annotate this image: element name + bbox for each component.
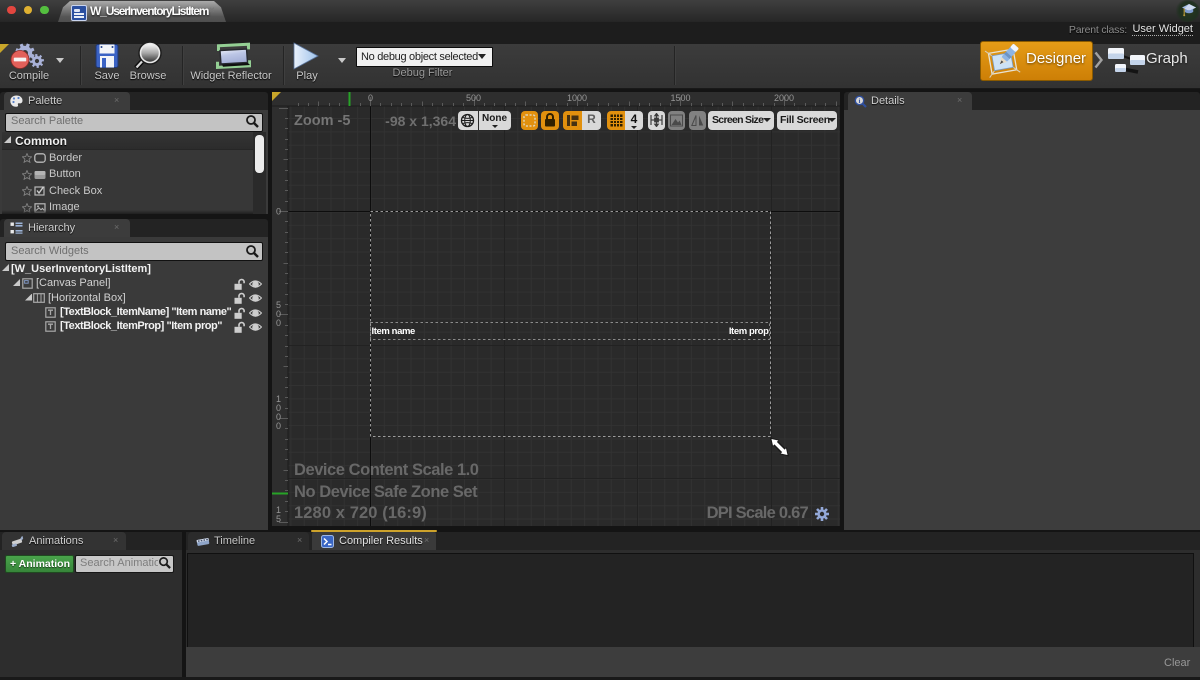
svg-text:0: 0	[276, 207, 281, 217]
svg-text:2000: 2000	[774, 93, 794, 103]
svg-text:500: 500	[466, 93, 481, 103]
svg-text:1000: 1000	[567, 93, 587, 103]
svg-text:1500: 1500	[670, 93, 690, 103]
svg-text:i: i	[859, 98, 861, 105]
svg-text:0: 0	[276, 318, 281, 328]
svg-text:0: 0	[276, 421, 281, 431]
svg-text:0: 0	[368, 93, 373, 103]
svg-text:5: 5	[276, 514, 281, 524]
